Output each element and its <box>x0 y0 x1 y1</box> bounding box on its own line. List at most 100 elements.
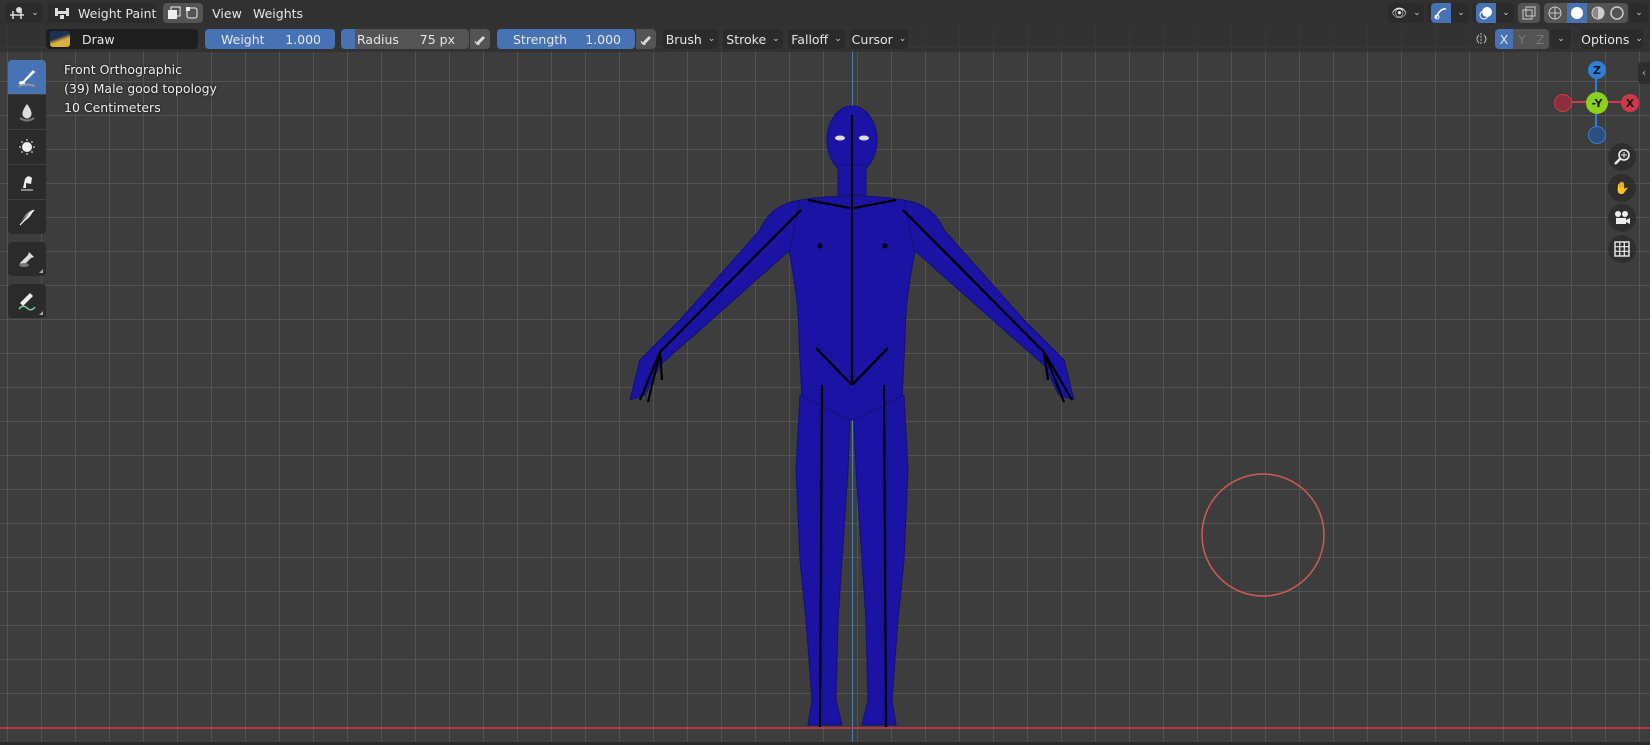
submenu-corner-icon <box>39 269 43 273</box>
material-shading-icon[interactable] <box>1591 6 1605 20</box>
stroke-dropdown[interactable]: Stroke ⌄ <box>723 29 783 49</box>
gizmo-neg-y-axis[interactable]: -Y <box>1586 92 1608 114</box>
vertex-mask-icon[interactable] <box>185 6 199 20</box>
brush-preview-icon <box>50 31 70 47</box>
chevron-down-icon: ⌄ <box>707 34 716 44</box>
brush-dropdown[interactable]: Brush ⌄ <box>663 29 718 49</box>
tool-average[interactable] <box>8 130 46 164</box>
falloff-dropdown[interactable]: Falloff ⌄ <box>788 29 845 49</box>
solid-shading-icon[interactable] <box>1566 3 1587 23</box>
pen-pressure-icon <box>474 33 486 45</box>
rendered-shading-icon[interactable] <box>1610 6 1624 20</box>
character-mesh[interactable] <box>0 0 1650 745</box>
weight-paint-icon <box>54 6 70 20</box>
gizmo-neg-x-axis[interactable] <box>1554 94 1572 112</box>
strength-pressure-toggle[interactable] <box>636 29 656 49</box>
leg-left <box>795 394 851 726</box>
menu-weights[interactable]: Weights <box>250 3 306 23</box>
menu-view[interactable]: View <box>210 3 244 23</box>
visibility-dropdown[interactable]: 👁 ⌄ <box>1388 3 1424 23</box>
pen-pressure-icon <box>640 33 652 45</box>
radius-pressure-toggle[interactable] <box>470 29 490 49</box>
chevron-down-icon: ⌄ <box>31 8 39 18</box>
submenu-corner-icon <box>39 311 43 315</box>
brush-cursor-circle <box>1201 473 1325 597</box>
radius-value: 75 px <box>419 31 455 47</box>
xray-toggle[interactable] <box>1518 3 1540 23</box>
paint-brush-icon <box>16 66 38 88</box>
tool-sample-weight[interactable] <box>8 242 46 276</box>
options-dropdown[interactable]: Options ⌄ <box>1581 29 1643 49</box>
tool-settings-bar: Draw Weight 1.000 Radius 75 px Strength … <box>0 26 1650 52</box>
strength-label: Strength <box>513 31 568 47</box>
zoom-view-button[interactable] <box>1608 143 1636 171</box>
brush-selector[interactable]: Draw <box>46 29 198 49</box>
grid-scale-info: 10 Centimeters <box>64 100 161 115</box>
mirror-x-toggle[interactable]: X <box>1495 29 1513 49</box>
mirror-icon <box>1474 32 1490 46</box>
overlay-toggle[interactable]: ⌄ <box>1472 3 1514 23</box>
strength-value: 1.000 <box>585 31 621 47</box>
bone-arm-left <box>659 209 802 353</box>
gizmo-neg-z-axis[interactable] <box>1588 126 1606 144</box>
cursor-dropdown-label: Cursor <box>851 31 893 47</box>
falloff-dropdown-label: Falloff <box>791 31 829 47</box>
smear-finger-icon <box>16 171 38 193</box>
sidebar-toggle[interactable]: ‹ <box>1638 62 1650 84</box>
brush-dropdown-label: Brush <box>665 31 702 47</box>
editor-type-button[interactable]: ⌄ <box>6 3 42 23</box>
grid-icon <box>1614 241 1630 257</box>
ortho-toggle-button[interactable] <box>1608 235 1636 263</box>
wireframe-shading-icon[interactable] <box>1548 6 1562 20</box>
gizmo-z-axis[interactable]: Z <box>1588 61 1606 79</box>
tool-smear[interactable] <box>8 165 46 199</box>
average-icon <box>16 136 38 158</box>
eye-right <box>859 135 869 141</box>
mirror-z-toggle[interactable]: Z <box>1531 29 1549 49</box>
mode-label: Weight Paint <box>78 5 157 21</box>
gizmo-icon <box>1431 3 1452 23</box>
bone-arm-right <box>902 209 1045 353</box>
strength-slider[interactable]: Strength 1.000 <box>497 29 635 49</box>
radius-fill <box>341 29 355 49</box>
weight-slider[interactable]: Weight 1.000 <box>205 29 335 49</box>
overlay-icon <box>1476 3 1497 23</box>
annotate-pencil-icon <box>16 290 38 312</box>
tool-draw[interactable] <box>8 60 46 94</box>
cursor-dropdown[interactable]: Cursor ⌄ <box>850 29 908 49</box>
zoom-icon <box>1613 148 1631 166</box>
chevron-down-icon: ⌄ <box>1635 34 1643 44</box>
gizmo-x-axis[interactable]: X <box>1621 94 1639 112</box>
chevron-down-icon: ⌄ <box>1502 8 1510 18</box>
weight-value: 1.000 <box>285 31 321 47</box>
pan-view-button[interactable]: ✋ <box>1608 174 1636 202</box>
chevron-left-icon: ‹ <box>1642 67 1646 79</box>
visibility-icon: 👁 <box>1391 5 1408 20</box>
radius-slider[interactable]: Radius 75 px <box>341 29 469 49</box>
shading-mode-group[interactable] <box>1544 3 1628 23</box>
mirror-options-dropdown[interactable]: ⌄ <box>1551 29 1571 49</box>
object-info: (39) Male good topology <box>64 81 217 96</box>
leg-right <box>853 394 909 726</box>
tool-blur[interactable] <box>8 95 46 129</box>
options-label: Options <box>1581 31 1630 47</box>
stroke-dropdown-label: Stroke <box>726 31 767 47</box>
face-mask-icon[interactable] <box>167 6 181 20</box>
tool-annotate[interactable] <box>8 284 46 318</box>
chevron-down-icon: ⌄ <box>1635 8 1643 18</box>
tool-gradient[interactable] <box>8 200 46 234</box>
chevron-down-icon: ⌄ <box>1413 8 1421 18</box>
xray-icon <box>1522 6 1536 20</box>
object-mode-icon <box>9 6 25 20</box>
gradient-icon <box>16 206 38 228</box>
gizmo-toggle[interactable]: ⌄ <box>1427 3 1469 23</box>
camera-view-button[interactable] <box>1608 204 1636 232</box>
mask-toggle-group[interactable] <box>163 3 203 23</box>
blur-drop-icon <box>16 101 38 123</box>
mirror-y-toggle[interactable]: Y <box>1513 29 1531 49</box>
eyedropper-icon <box>16 248 38 270</box>
eye-left <box>835 135 845 141</box>
radius-label: Radius <box>357 31 399 47</box>
mode-selector[interactable]: Weight Paint ⌄ <box>48 3 170 23</box>
shading-options-dropdown[interactable]: ⌄ <box>1630 3 1648 23</box>
